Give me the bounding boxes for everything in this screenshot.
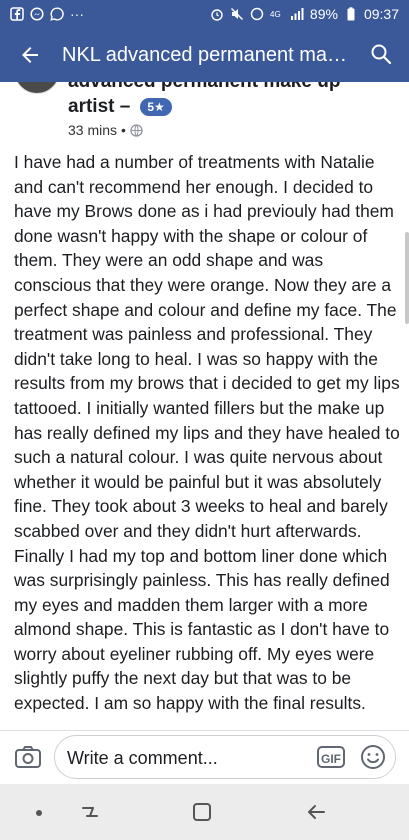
svg-text:4G: 4G: [270, 10, 281, 19]
alarm-icon: [210, 7, 224, 21]
scrollbar[interactable]: [405, 232, 409, 324]
messenger-icon: [30, 7, 44, 21]
search-icon[interactable]: [369, 42, 393, 66]
meta-separator: •: [121, 122, 126, 138]
page-title: NKL advanced permanent make...: [62, 44, 352, 66]
author-name[interactable]: advanced permanent make up: [68, 82, 388, 94]
dot-icon[interactable]: [36, 810, 42, 816]
post-meta: 33 mins •: [68, 122, 143, 138]
post-body: I have had a number of treatments with N…: [14, 152, 400, 714]
signal-icon: [290, 7, 304, 21]
avatar[interactable]: [14, 82, 60, 94]
post-content: advanced permanent make up artist – 5★ 3…: [0, 82, 409, 730]
globe-icon: [130, 123, 143, 137]
whatsapp-icon: [50, 7, 64, 21]
system-nav-bar: [0, 784, 409, 840]
app-bar: NKL advanced permanent make...: [0, 28, 409, 82]
data-saver-icon: [250, 7, 264, 21]
battery-percent: 89%: [309, 6, 338, 22]
status-bar: ··· 4G 89% 09:37: [0, 0, 409, 28]
facebook-icon: [10, 7, 24, 21]
recent-apps-icon[interactable]: [78, 800, 102, 824]
comment-bar: Write a comment... GIF: [0, 730, 409, 785]
status-right: 4G 89% 09:37: [210, 5, 399, 23]
arrow-left-icon[interactable]: [18, 43, 42, 67]
post-time[interactable]: 33 mins: [68, 122, 117, 138]
gif-button[interactable]: GIF: [317, 746, 345, 768]
mute-icon: [230, 7, 244, 21]
smiley-icon[interactable]: [359, 743, 387, 771]
comment-input[interactable]: Write a comment... GIF: [54, 735, 396, 779]
camera-icon[interactable]: [14, 743, 42, 771]
battery-icon: [344, 7, 358, 21]
back-icon[interactable]: [304, 800, 328, 824]
network-4g-icon: 4G: [270, 7, 284, 21]
comment-placeholder: Write a comment...: [67, 748, 218, 768]
home-icon[interactable]: [190, 800, 214, 824]
more-icon: ···: [70, 6, 84, 22]
clock: 09:37: [363, 6, 399, 22]
status-left: ···: [10, 5, 84, 23]
author-name-suffix[interactable]: artist –: [68, 95, 130, 119]
rating-badge: 5★: [140, 98, 172, 116]
author-line2: artist – 5★: [68, 95, 172, 119]
